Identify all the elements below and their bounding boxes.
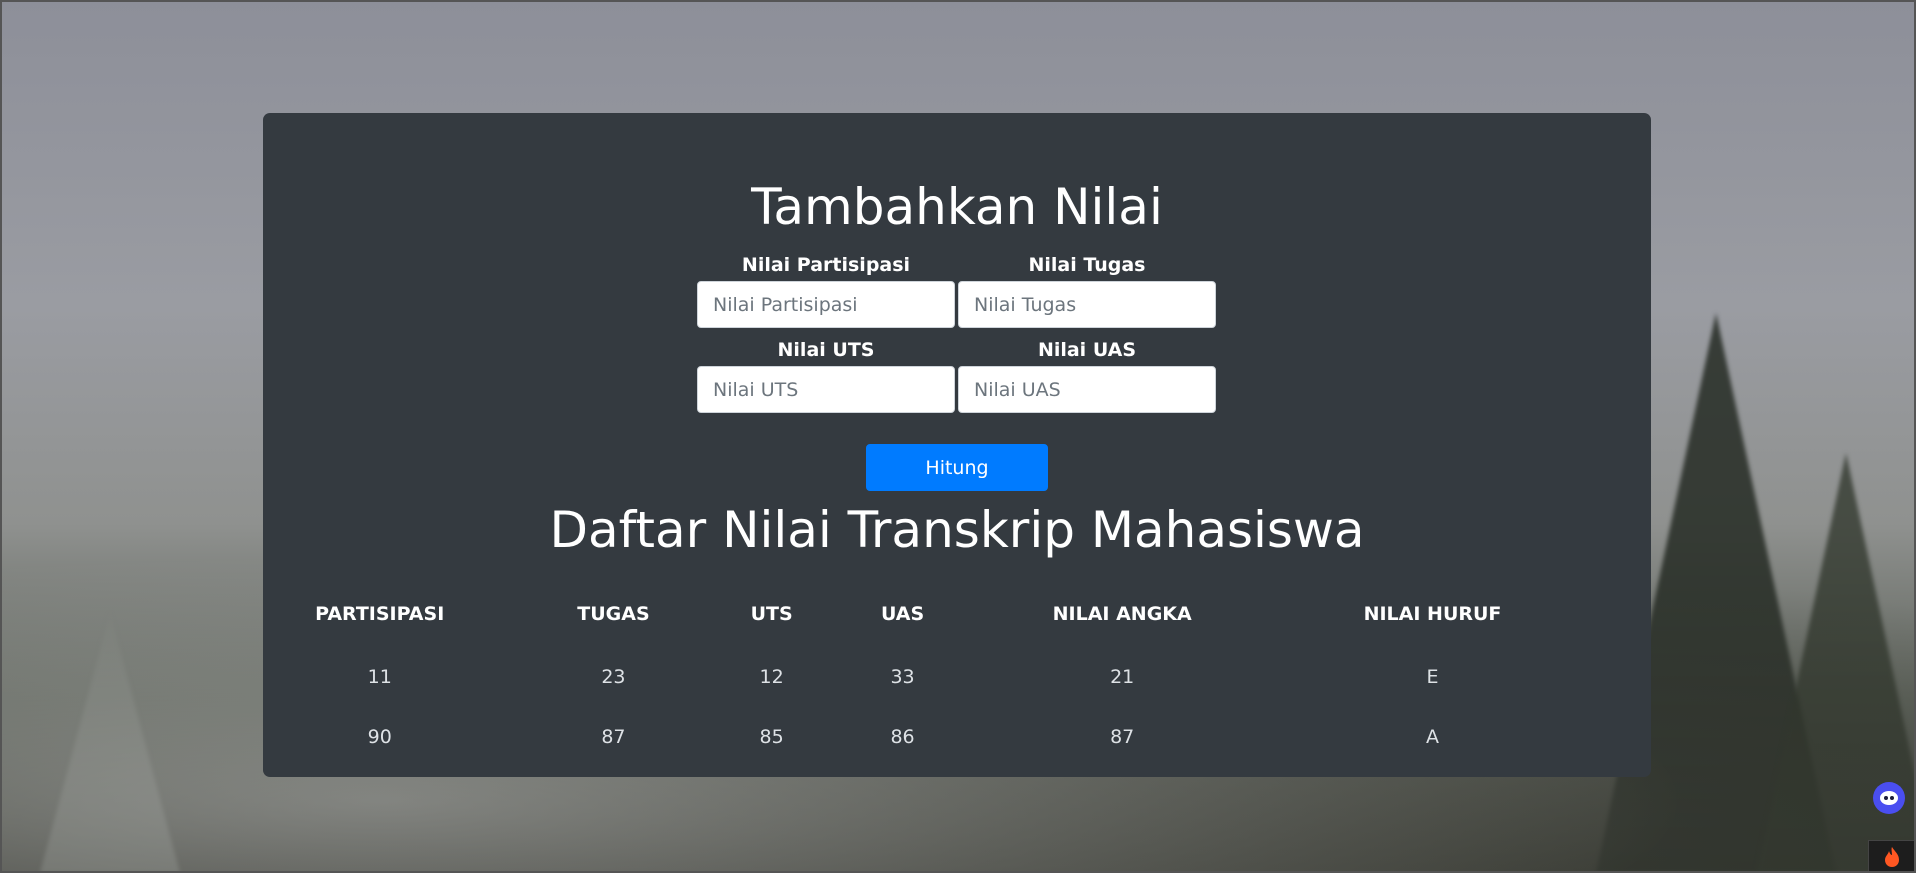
participation-input[interactable] [697,281,955,328]
uas-label: Nilai UAS [1037,339,1137,361]
table-cell: 87 [1110,726,1135,748]
table-cell: 86 [890,726,915,748]
grades-table: PARTISIPASI TUGAS UTS UAS NILAI ANGKA NI… [282,581,1632,767]
fire-icon-svg [1885,846,1899,867]
uts-label: Nilai UTS [777,339,875,361]
assignment-label: Nilai Tugas [1028,254,1146,276]
table-cell: 90 [367,726,392,748]
table-cell: A [1426,726,1439,748]
assignment-input[interactable] [958,281,1216,328]
column-header-assignment: TUGAS [577,603,650,625]
table-cell: 33 [890,666,915,688]
grade-input-form: Nilai Partisipasi Nilai Tugas Nilai UTS … [697,253,1219,423]
table-cell: E [1426,666,1439,688]
table-cell: 21 [1110,666,1135,688]
column-header-uts: UTS [750,603,793,625]
table-header-row: PARTISIPASI TUGAS UTS UAS NILAI ANGKA NI… [282,581,1632,647]
table-cell: 23 [601,666,626,688]
form-title: Tambahkan Nilai [751,178,1163,236]
uas-field-group: Nilai UAS [958,338,1216,413]
fire-icon[interactable] [1868,840,1916,873]
table-cell: 87 [601,726,626,748]
table-title: Daftar Nilai Transkrip Mahasiswa [549,501,1365,559]
robot-face-icon[interactable] [1873,782,1905,814]
participation-field-group: Nilai Partisipasi [697,253,955,328]
table-cell: 11 [367,666,392,688]
table-cell: 12 [759,666,784,688]
participation-label: Nilai Partisipasi [741,254,911,276]
column-header-numeric-grade: NILAI ANGKA [1052,603,1192,625]
field-row: Nilai Partisipasi Nilai Tugas [697,253,1219,328]
grades-card: Tambahkan Nilai Nilai Partisipasi Nilai … [263,113,1651,777]
table-row: 11 23 12 33 21 E [282,647,1632,707]
uas-input[interactable] [958,366,1216,413]
uts-input[interactable] [697,366,955,413]
field-row: Nilai UTS Nilai UAS [697,338,1219,413]
robot-face-icon-svg [1880,791,1898,805]
assignment-field-group: Nilai Tugas [958,253,1216,328]
column-header-uas: UAS [880,603,925,625]
column-header-participation: PARTISIPASI [315,603,445,625]
column-header-letter-grade: NILAI HURUF [1363,603,1502,625]
uts-field-group: Nilai UTS [697,338,955,413]
table-cell: 85 [759,726,784,748]
table-row: 90 87 85 86 87 A [282,707,1632,767]
calculate-button[interactable]: Hitung [866,444,1048,491]
